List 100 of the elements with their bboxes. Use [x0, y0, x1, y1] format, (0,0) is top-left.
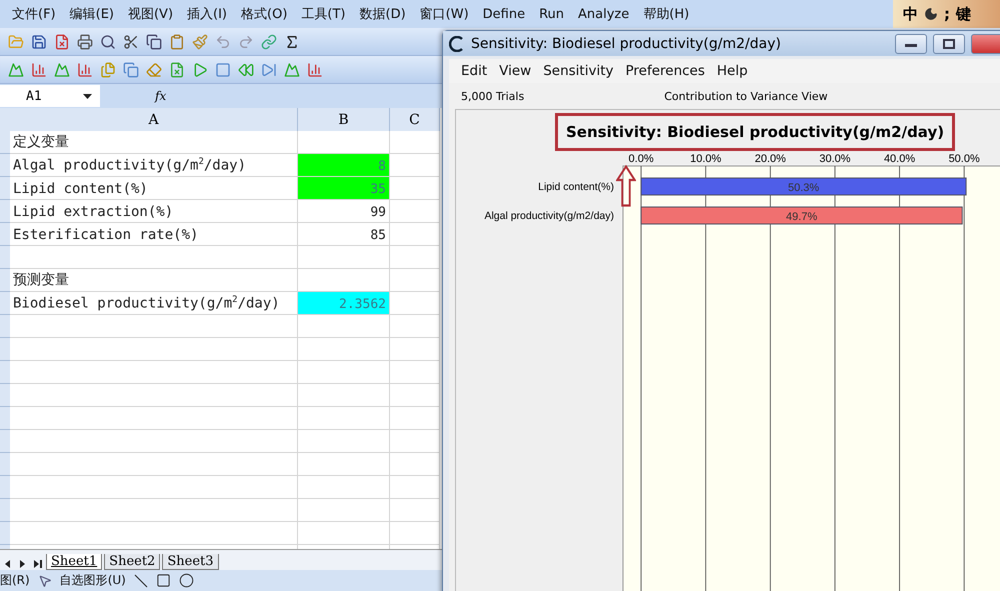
document-icon[interactable]	[169, 62, 185, 78]
bar-chart-icon[interactable]	[307, 62, 323, 78]
tick-label: 30.0%	[819, 153, 851, 165]
menu-item[interactable]: 工具(T)	[301, 5, 346, 23]
line-icon[interactable]	[134, 574, 148, 588]
sheet-tab[interactable]: Sheet2	[104, 554, 160, 570]
save-icon[interactable]	[31, 34, 47, 50]
arrow-up-icon	[616, 165, 636, 207]
table-cell	[390, 384, 440, 407]
bar-chart-icon[interactable]	[31, 62, 47, 78]
table-cell	[390, 269, 440, 292]
menu-item[interactable]: 文件(F)	[12, 5, 56, 23]
paste-icon[interactable]	[169, 34, 185, 50]
ime-indicator[interactable]: ;	[944, 5, 950, 23]
trials-count: 5,000 Trials	[461, 90, 524, 102]
row-header[interactable]	[0, 154, 10, 177]
menu-item[interactable]: Help	[716, 63, 748, 79]
menu-item[interactable]: Define	[482, 6, 526, 22]
row-header[interactable]	[0, 384, 10, 407]
row-header[interactable]	[0, 200, 10, 223]
chart-title: Sensitivity: Biodiesel productivity(g/m2/day)	[566, 123, 944, 141]
table-cell: 8	[298, 154, 390, 177]
row-header[interactable]	[0, 338, 10, 361]
row-header[interactable]	[0, 476, 10, 499]
redo-icon[interactable]	[238, 34, 254, 50]
row-header[interactable]	[0, 223, 10, 246]
mountain-icon[interactable]	[54, 62, 70, 78]
autoshapes-menu[interactable]: 自选图形(U)	[60, 572, 126, 589]
preview-icon[interactable]	[100, 34, 116, 50]
copy-icon[interactable]	[146, 34, 162, 50]
print-icon[interactable]	[77, 34, 93, 50]
column-header[interactable]: B	[298, 108, 390, 133]
menu-item[interactable]: 数据(D)	[360, 5, 406, 23]
eraser-icon[interactable]	[146, 62, 162, 78]
column-header[interactable]: C	[390, 108, 440, 133]
table-cell	[390, 453, 440, 476]
row-header[interactable]	[0, 522, 10, 545]
link-icon[interactable]	[261, 34, 277, 50]
table-cell: 99	[298, 200, 390, 223]
tick-label: 0.0%	[628, 153, 654, 165]
rectangle-icon[interactable]	[156, 573, 171, 588]
rewind-icon[interactable]	[238, 62, 254, 78]
undo-icon[interactable]	[215, 34, 231, 50]
row-header[interactable]	[0, 131, 10, 154]
moon-icon[interactable]	[924, 7, 938, 21]
app-logo-icon	[449, 36, 465, 52]
menu-item[interactable]: Sensitivity	[543, 63, 614, 79]
minimize-button[interactable]	[895, 34, 927, 54]
row-header[interactable]	[0, 269, 10, 292]
brush-icon[interactable]	[192, 34, 208, 50]
menu-item[interactable]: 帮助(H)	[643, 5, 690, 23]
tick-label: 40.0%	[884, 153, 916, 165]
menu-item[interactable]: 编辑(E)	[70, 5, 114, 23]
oval-icon[interactable]	[178, 573, 194, 588]
mountain-icon[interactable]	[284, 62, 300, 78]
dropdown-icon[interactable]	[83, 94, 92, 98]
name-box[interactable]: A1	[0, 85, 100, 107]
window-title: Sensitivity: Biodiesel productivity(g/m2/day)	[471, 36, 782, 52]
row-header[interactable]	[0, 453, 10, 476]
sheet-tab[interactable]: Sheet1	[46, 554, 102, 570]
pointer-icon[interactable]	[38, 574, 52, 588]
row-header[interactable]	[0, 499, 10, 522]
menu-item[interactable]: View	[499, 63, 532, 79]
table-cell: 35	[298, 177, 390, 200]
row-header[interactable]	[0, 292, 10, 315]
play-icon[interactable]	[192, 62, 208, 78]
menu-item[interactable]: Run	[539, 6, 564, 22]
maximize-button[interactable]	[933, 34, 965, 54]
formula-label: fx	[155, 89, 166, 103]
table-cell	[390, 338, 440, 361]
stop-icon[interactable]	[215, 62, 231, 78]
table-cell	[390, 177, 440, 200]
sheet-nav-icon[interactable]	[4, 558, 44, 570]
row-header[interactable]	[0, 246, 10, 269]
ime-indicator[interactable]: 中	[903, 4, 918, 24]
menu-item[interactable]: 格式(O)	[241, 5, 288, 23]
menu-item[interactable]: Preferences	[626, 63, 705, 79]
draw-menu[interactable]: 图(R)	[0, 572, 30, 589]
row-header[interactable]	[0, 407, 10, 430]
column-header[interactable]: A	[10, 108, 298, 133]
menu-item[interactable]: Analyze	[578, 6, 630, 22]
row-header[interactable]	[0, 315, 10, 338]
sheet-tab[interactable]: Sheet3	[162, 554, 219, 570]
row-header[interactable]	[0, 361, 10, 384]
row-header[interactable]	[0, 430, 10, 453]
menu-item[interactable]: 插入(I)	[187, 5, 228, 23]
step-icon[interactable]	[261, 62, 277, 78]
maximize-icon[interactable]	[943, 38, 955, 48]
menu-item[interactable]: 窗口(W)	[420, 5, 469, 23]
ime-indicator[interactable]: 键	[956, 4, 971, 24]
menu-item[interactable]: Edit	[461, 63, 488, 79]
document-icon[interactable]	[54, 34, 70, 50]
mountain-icon[interactable]	[8, 62, 24, 78]
bar-chart-icon[interactable]	[77, 62, 93, 78]
cut-icon[interactable]	[123, 34, 139, 50]
row-header[interactable]	[0, 177, 10, 200]
menu-item[interactable]: 视图(V)	[128, 5, 174, 23]
table-cell	[390, 522, 440, 545]
view-label: Contribution to Variance View	[664, 90, 828, 102]
folder-icon[interactable]	[8, 34, 24, 50]
